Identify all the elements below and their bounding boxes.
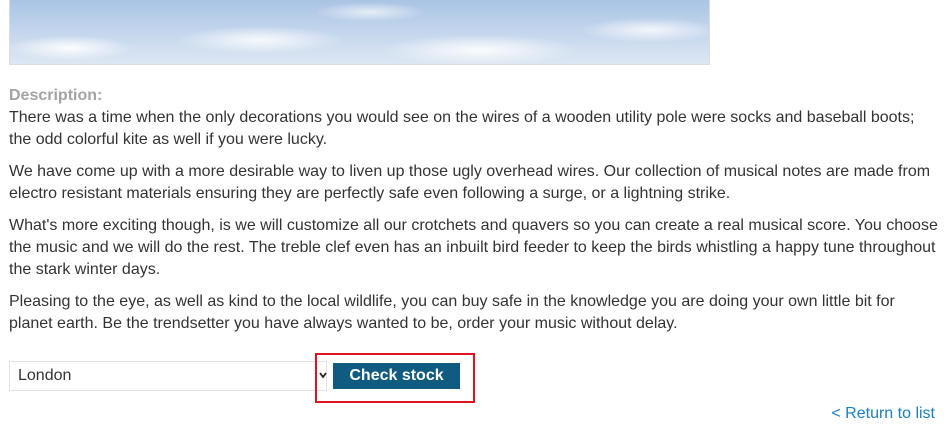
product-image [9,0,710,65]
store-select-value: London [18,367,72,384]
description-label: Description: [9,87,103,104]
store-select[interactable]: London [9,361,327,391]
product-page: Description: There was a time when the o… [0,0,944,435]
description-paragraph: There was a time when the only decoratio… [9,109,915,148]
check-stock-button[interactable]: Check stock [333,363,460,389]
description-paragraph: We have come up with a more desirable wa… [9,163,931,202]
return-to-list-link[interactable]: < Return to list [831,405,935,423]
description-paragraph: What's more exciting though, is we will … [9,217,938,278]
description-paragraph: Pleasing to the eye, as well as kind to … [9,293,895,332]
product-description: Description: There was a time when the o… [9,85,939,345]
